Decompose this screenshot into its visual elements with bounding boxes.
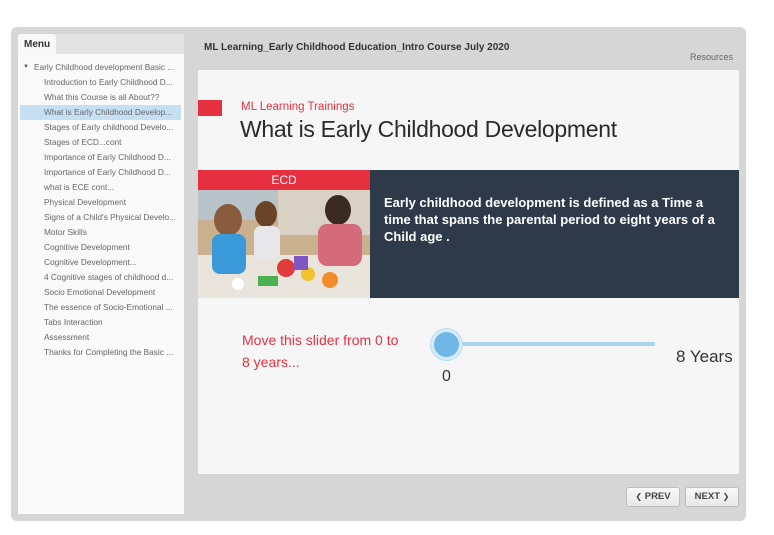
menu-item-label: what is ECE cont... — [44, 182, 115, 192]
menu-item[interactable]: Socio Emotional Development — [20, 285, 181, 300]
expand-triangle-icon: ▼ — [23, 64, 29, 70]
next-button[interactable]: NEXT ❯ — [685, 487, 739, 507]
menu-item[interactable]: Cognitive Development... — [20, 255, 181, 270]
menu-item[interactable]: Tabs Interaction — [20, 315, 181, 330]
menu-item-label: Tabs Interaction — [44, 317, 103, 327]
menu-item[interactable]: Thanks for Completing the Basic ... — [20, 345, 181, 360]
menu-tab[interactable]: Menu — [18, 34, 56, 54]
menu-item-label: Thanks for Completing the Basic ... — [44, 347, 174, 357]
menu-item[interactable]: what is ECE cont... — [20, 180, 181, 195]
prev-label: PREV — [644, 491, 671, 502]
next-label: NEXT — [694, 491, 720, 502]
menu-item-label: Importance of Early Childhood D... — [44, 152, 171, 162]
menu-item[interactable]: The essence of Socio-Emotional ... — [20, 300, 181, 315]
menu-item[interactable]: What this Course is all About?? — [20, 90, 181, 105]
menu-item-label: Signs of a Child's Physical Develo... — [44, 212, 177, 222]
slider-thumb[interactable] — [430, 329, 462, 360]
menu-item[interactable]: Introduction to Early Childhood D... — [20, 75, 181, 90]
menu-item-label: The essence of Socio-Emotional ... — [44, 302, 173, 312]
accent-tab — [198, 100, 222, 116]
menu-item[interactable]: Assessment — [20, 330, 181, 345]
slider-value: 0 — [442, 368, 451, 385]
slider-prompt: Move this slider from 0 to 8 years... — [242, 332, 399, 370]
menu-item-label: 4 Cognitive stages of childhood d... — [44, 272, 174, 282]
classroom-photo — [198, 190, 370, 298]
chevron-right-icon: ❯ — [722, 492, 730, 501]
menu-item-label: Importance of Early Childhood D... — [44, 167, 171, 177]
definition-text: Early childhood development is defined a… — [384, 195, 715, 244]
course-title: ML Learning_Early Childhood Education_In… — [204, 42, 510, 53]
slider-max-label: 8 Years — [676, 347, 733, 366]
menu-item[interactable]: What is Early Childhood Develop... — [20, 105, 181, 120]
menu-item-label: Cognitive Development — [44, 242, 130, 252]
prev-button[interactable]: ❮ PREV — [626, 487, 680, 507]
menu-item-label: What this Course is all About?? — [44, 92, 160, 102]
slide-subtitle: ML Learning Trainings — [241, 101, 355, 113]
menu-item[interactable]: ▼ Early Childhood development Basic ... — [20, 60, 181, 75]
menu-item-label: Stages of ECD...cont — [44, 137, 122, 147]
slide-canvas: ML Learning Trainings What is Early Chil… — [198, 70, 739, 474]
menu-item-label: Introduction to Early Childhood D... — [44, 77, 173, 87]
menu-item-label: Socio Emotional Development — [44, 287, 156, 297]
menu-item[interactable]: Cognitive Development — [20, 240, 181, 255]
sidebar: Menu ▼ Early Childhood development Basic … — [18, 34, 184, 514]
menu-item[interactable]: Stages of ECD...cont — [20, 135, 181, 150]
slider-track[interactable] — [446, 342, 655, 346]
chevron-left-icon: ❮ — [635, 492, 643, 501]
menu-item[interactable]: Importance of Early Childhood D... — [20, 150, 181, 165]
course-player: Menu ▼ Early Childhood development Basic … — [11, 27, 746, 521]
menu-item[interactable]: Importance of Early Childhood D... — [20, 165, 181, 180]
menu-item[interactable]: Motor Skills — [20, 225, 181, 240]
menu-item-label: Stages of Early childhood Develo... — [44, 122, 174, 132]
menu-item[interactable]: Stages of Early childhood Develo... — [20, 120, 181, 135]
menu-list: ▼ Early Childhood development Basic ... In… — [18, 54, 184, 514]
menu-item[interactable]: Physical Development — [20, 195, 181, 210]
menu-item[interactable]: 4 Cognitive stages of childhood d... — [20, 270, 181, 285]
menu-item-label: Early Childhood development Basic ... — [34, 62, 175, 72]
menu-item-label: Cognitive Development... — [44, 257, 137, 267]
menu-item[interactable]: Signs of a Child's Physical Develo... — [20, 210, 181, 225]
menu-item-label: Motor Skills — [44, 227, 87, 237]
menu-item-label: Physical Development — [44, 197, 127, 207]
menu-item-label: Assessment — [44, 332, 90, 342]
ecd-label: ECD — [198, 170, 370, 190]
resources-link[interactable]: Resources — [690, 52, 733, 62]
slide-title: What is Early Childhood Development — [240, 116, 617, 142]
menu-item-label: What is Early Childhood Develop... — [44, 107, 173, 117]
